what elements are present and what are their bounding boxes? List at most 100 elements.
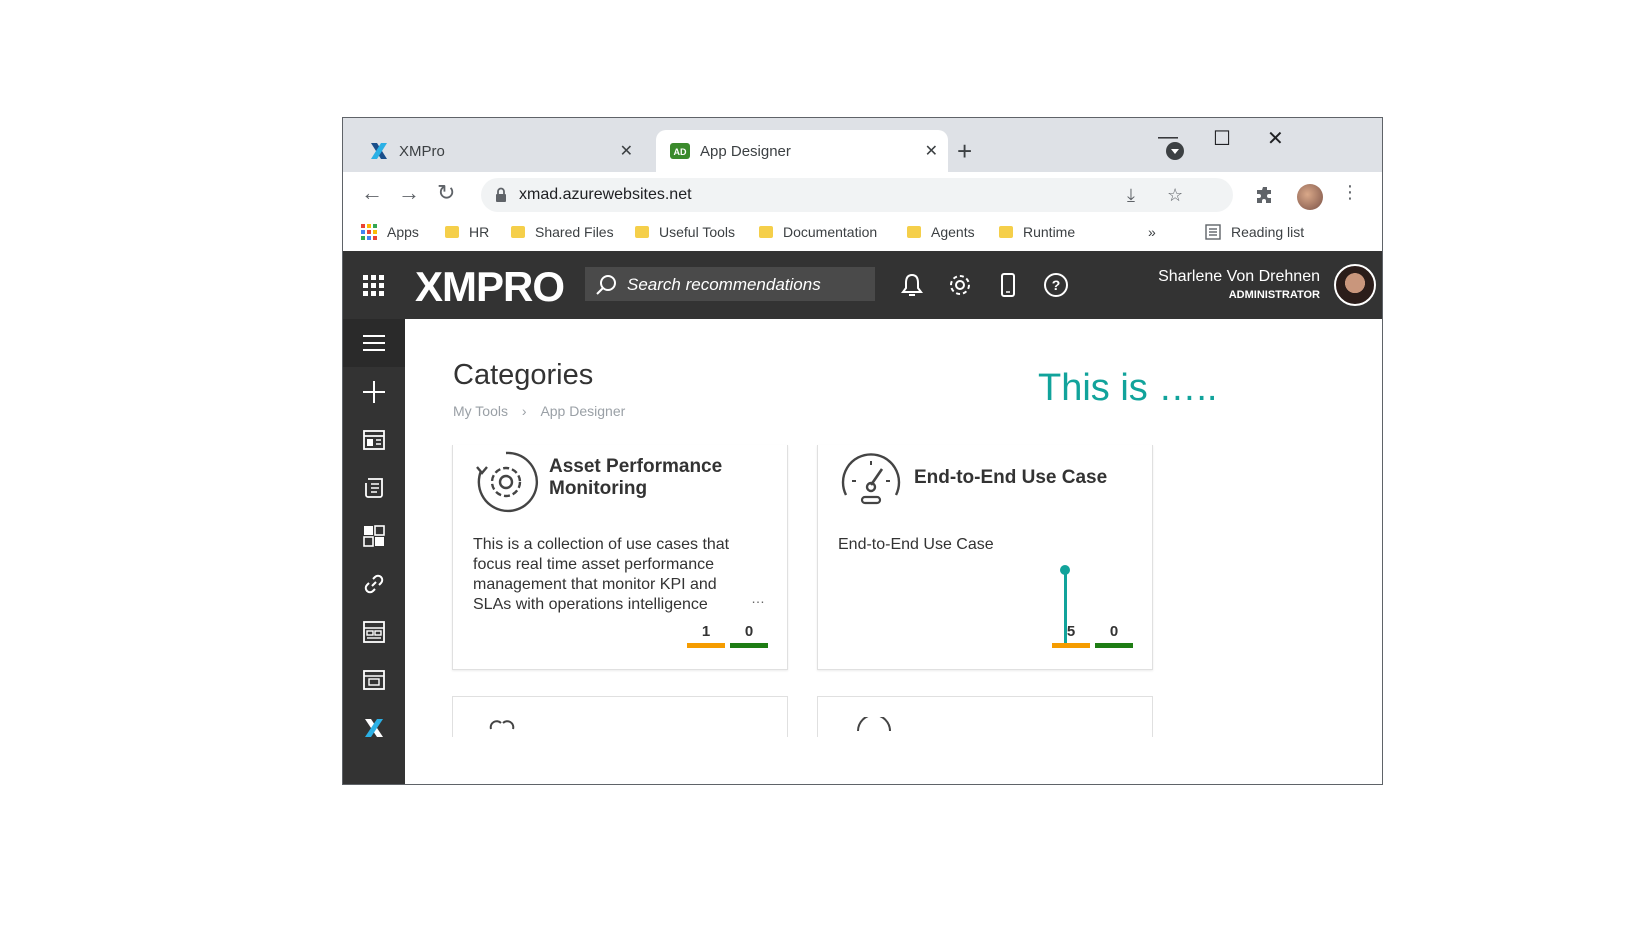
more-indicator: … <box>751 590 765 606</box>
breadcrumb-item-app-designer[interactable]: App Designer <box>540 403 625 419</box>
stat-bar <box>687 643 725 648</box>
folder-icon <box>635 226 649 238</box>
install-icon[interactable]: ⤓ <box>1127 185 1135 206</box>
sidebar-item-widgets[interactable] <box>343 512 405 560</box>
card-description: This is a collection of use cases that f… <box>473 536 730 613</box>
bookmark-apps[interactable]: Apps <box>361 224 419 240</box>
maximize-icon[interactable]: ☐ <box>1213 126 1231 151</box>
apps-grid-icon <box>361 224 377 240</box>
tab-title: XMPro <box>399 142 445 160</box>
app-header: XMPRO Search recommendations ? Sharlene … <box>343 251 1382 319</box>
category-icon-partial <box>489 720 515 730</box>
bookmark-label: HR <box>469 224 490 240</box>
category-card-partial[interactable] <box>817 696 1153 737</box>
sidebar <box>343 319 405 784</box>
hamburger-icon <box>363 335 385 351</box>
xmpro-x-icon <box>365 719 383 737</box>
plus-icon <box>363 381 385 403</box>
sidebar-menu-button[interactable] <box>343 319 405 367</box>
main-content: Categories This is ….. My Tools › App De… <box>405 319 1382 784</box>
bookmarks-bar: Apps HR Shared Files Useful Tools Docume… <box>343 218 1382 250</box>
category-card-partial[interactable] <box>452 696 788 737</box>
bookmark-useful-tools[interactable]: Useful Tools <box>635 224 735 240</box>
minimize-icon[interactable]: — <box>1158 126 1178 149</box>
stat-green: 0 <box>730 623 768 648</box>
more-bookmarks-button[interactable]: » <box>1148 224 1156 240</box>
category-card-end-to-end[interactable]: End-to-End Use Case End-to-End Use Case … <box>817 445 1153 670</box>
reading-list-button[interactable]: Reading list <box>1205 224 1304 240</box>
stat-orange: 1 <box>687 623 725 648</box>
sidebar-item-window[interactable] <box>343 656 405 704</box>
stat-value: 0 <box>1109 623 1119 640</box>
search-placeholder: Search recommendations <box>627 275 821 294</box>
gear-cycle-icon <box>476 451 539 513</box>
tab-app-designer[interactable]: AD App Designer ✕ <box>656 130 948 172</box>
folder-icon <box>511 226 525 238</box>
scroll-icon <box>365 478 383 498</box>
close-icon[interactable]: ✕ <box>925 141 938 161</box>
address-bar[interactable]: xmad.azurewebsites.net ⤓ ☆ <box>481 178 1233 212</box>
breadcrumb-item-my-tools[interactable]: My Tools <box>453 403 508 419</box>
window-close-icon[interactable]: ✕ <box>1267 126 1284 151</box>
sidebar-item-layout[interactable] <box>343 608 405 656</box>
bookmark-hr[interactable]: HR <box>445 224 489 240</box>
more-bookmarks-label: » <box>1148 224 1156 240</box>
profile-avatar[interactable] <box>1297 184 1323 210</box>
bell-icon[interactable] <box>898 271 926 299</box>
star-icon[interactable]: ☆ <box>1167 185 1183 206</box>
sidebar-item-xmpro[interactable] <box>343 704 405 752</box>
user-name: Sharlene Von Drehnen <box>1158 268 1320 285</box>
gear-icon[interactable] <box>946 271 974 299</box>
dashboard-icon <box>363 430 385 450</box>
more-menu-icon[interactable]: ⋮ <box>1341 182 1359 203</box>
window-icon <box>363 670 385 690</box>
stat-green: 0 <box>1095 623 1133 648</box>
search-input[interactable]: Search recommendations <box>585 267 875 301</box>
lock-icon <box>496 187 506 202</box>
layout-icon <box>363 621 385 643</box>
page-title: Categories <box>453 359 594 391</box>
forward-icon[interactable]: → <box>398 180 420 206</box>
reading-list-icon <box>1205 224 1221 240</box>
bookmark-shared-files[interactable]: Shared Files <box>511 224 614 240</box>
bookmark-agents[interactable]: Agents <box>907 224 975 240</box>
sidebar-item-link[interactable] <box>343 560 405 608</box>
tab-xmpro[interactable]: XMPro ✕ <box>351 130 643 172</box>
chevron-right-icon: › <box>521 403 527 419</box>
sidebar-item-dashboard[interactable] <box>343 416 405 464</box>
widgets-icon <box>363 525 385 547</box>
bookmark-documentation[interactable]: Documentation <box>759 224 877 240</box>
new-tab-icon[interactable]: + <box>957 136 972 167</box>
extensions-icon[interactable] <box>1255 185 1275 205</box>
stat-bar <box>1052 643 1090 648</box>
category-card-asset-performance[interactable]: Asset Performance Monitoring This is a c… <box>452 445 788 670</box>
browser-window: XMPro ✕ AD App Designer ✕ + — ☐ ✕ ← → ↻ … <box>342 117 1383 785</box>
gauge-icon <box>841 453 901 505</box>
back-icon[interactable]: ← <box>361 180 383 206</box>
folder-icon <box>907 226 921 238</box>
stat-bar <box>1095 643 1133 648</box>
close-icon[interactable]: ✕ <box>620 141 633 161</box>
sidebar-item-add[interactable] <box>343 368 405 416</box>
xmpro-logo: XMPRO <box>415 263 565 310</box>
cursor-pin-dot <box>1060 565 1070 575</box>
browser-toolbar: ← → ↻ xmad.azurewebsites.net ⤓ ☆ ⋮ <box>343 172 1382 218</box>
help-icon[interactable]: ? <box>1042 271 1070 299</box>
mobile-icon[interactable] <box>994 271 1022 299</box>
avatar[interactable] <box>1334 264 1376 306</box>
sidebar-item-scroll[interactable] <box>343 464 405 512</box>
bookmark-label: Shared Files <box>535 224 614 240</box>
tab-strip: XMPro ✕ AD App Designer ✕ + — ☐ ✕ <box>343 118 1382 172</box>
reload-icon[interactable]: ↻ <box>437 180 455 206</box>
svg-text:AD: AD <box>674 147 687 157</box>
bookmark-label: Documentation <box>783 224 878 240</box>
stat-value: 0 <box>744 623 754 640</box>
bookmark-label: Runtime <box>1023 224 1076 240</box>
card-title: End-to-End Use Case <box>914 467 1108 488</box>
folder-icon <box>999 226 1013 238</box>
app-designer-favicon-icon: AD <box>670 143 690 159</box>
bookmark-runtime[interactable]: Runtime <box>999 224 1075 240</box>
app-launcher-icon[interactable] <box>363 275 384 296</box>
card-title: Asset Performance Monitoring <box>549 456 723 499</box>
bookmark-label: Apps <box>387 224 419 240</box>
